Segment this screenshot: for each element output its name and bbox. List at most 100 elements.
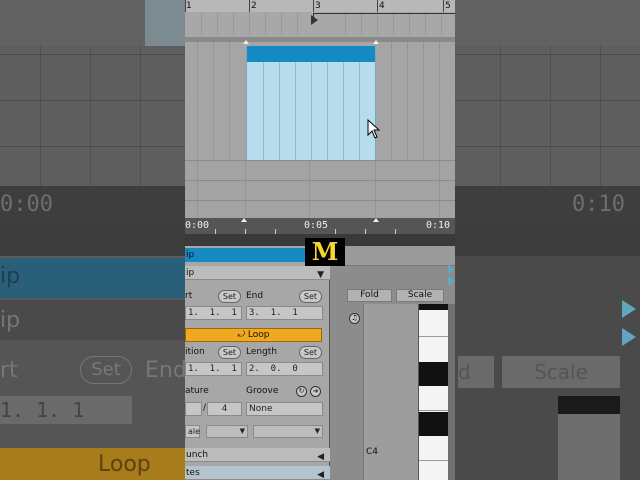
dropdown-caret-icon: ▼ (239, 427, 245, 435)
bg-col-line (600, 46, 601, 186)
loop-toggle-button[interactable]: ⤾ Loop (185, 328, 322, 342)
bg-loop-bar (0, 448, 185, 480)
fold-button[interactable]: Fold (347, 289, 392, 302)
black-key[interactable] (419, 304, 449, 310)
length-label: Length (246, 347, 278, 357)
screen: 0:00 0:10 ip ip rt Set End 1. 1. 1 Loop … (0, 0, 640, 480)
midi-track-lane[interactable] (185, 42, 455, 160)
dropdown-caret-icon: ▼ (314, 427, 320, 435)
collapse-arrow-icon[interactable]: ▼ (317, 268, 324, 282)
zoom-marker-icon (448, 276, 455, 286)
time-ruler[interactable]: 0:00 0:05 0:10 (185, 218, 455, 234)
loop-start-marker-icon (241, 218, 247, 222)
piano-keyboard[interactable] (418, 304, 449, 480)
bg-clip-section (0, 300, 185, 340)
bg-col-line (500, 46, 501, 186)
signature-label: ature (185, 386, 209, 396)
time-label: 0:05 (304, 220, 329, 231)
bg-end-label: End (145, 358, 187, 383)
end-value-field[interactable]: 3. 1. 1 (246, 306, 323, 320)
position-label: ition (185, 347, 205, 357)
signature-slash: / (203, 403, 207, 413)
black-key[interactable] (419, 412, 449, 436)
launch-section-header[interactable]: unch ◀ (185, 448, 330, 462)
bar-number: 2 (251, 1, 257, 11)
bg-col-line (550, 46, 551, 186)
bg-marker-icon (622, 328, 636, 346)
scale-label: ale (188, 427, 201, 436)
position-set-button[interactable]: Set (218, 346, 241, 359)
clip-section-label: ip (186, 268, 195, 278)
clip-end-marker-icon (373, 40, 379, 44)
bg-black-key (558, 396, 620, 414)
bar-ruler[interactable]: 1 2 3 4 5 (185, 0, 455, 12)
bg-fold-button: d (458, 356, 494, 388)
clip-section-header[interactable]: ip ▼ (185, 266, 330, 280)
black-key[interactable] (419, 362, 449, 386)
bg-title-text: ip (0, 264, 21, 289)
bg-col-line (90, 46, 91, 186)
track-lane[interactable] (185, 180, 455, 201)
clip-start-marker-icon (243, 40, 249, 44)
mouse-pointer-icon (367, 119, 381, 139)
bar-number: 1 (186, 1, 192, 11)
bg-scale-button: Scale (502, 356, 620, 388)
groove-hotswap-icon[interactable]: ↻ (296, 386, 307, 397)
bg-col-line (40, 46, 41, 186)
loop-brace[interactable] (313, 13, 455, 23)
bg-time-right: 0:10 (572, 192, 625, 217)
scale-root-dropdown[interactable]: ▼ (206, 425, 248, 438)
signature-numerator-field[interactable] (185, 402, 202, 416)
track-lane[interactable] (185, 200, 455, 219)
loop-region-lane[interactable] (185, 12, 455, 38)
midi-clip-header[interactable] (247, 46, 375, 62)
time-label: 0:00 (185, 220, 210, 231)
groove-label: Groove (246, 386, 279, 396)
bar-number: 3 (315, 1, 321, 11)
loop-icon: ⤾ (237, 330, 246, 340)
scale-highlight-button[interactable]: Scale (396, 289, 444, 302)
loop-end-marker-icon (373, 218, 379, 222)
bg-start-label: rt (0, 358, 18, 383)
notes-label: tes (186, 468, 200, 478)
start-set-button[interactable]: Set (218, 290, 241, 303)
position-value-field[interactable]: 1. 1. 1 (185, 362, 242, 376)
midi-clip[interactable] (246, 46, 376, 160)
midi-note-editor: Fold Scale ♫ C4 (330, 246, 455, 480)
time-label: 0:10 (426, 220, 451, 231)
groove-select[interactable]: None (246, 402, 323, 416)
note-editor-header (330, 246, 455, 266)
zoom-marker-icon (448, 264, 455, 274)
bg-loop-text: Loop (98, 452, 151, 477)
notes-section-header[interactable]: tes ◀ (185, 466, 330, 480)
bg-col-line (140, 46, 141, 186)
launch-label: unch (186, 450, 209, 460)
note-c4-label: C4 (366, 447, 379, 457)
start-value-field[interactable]: 1. 1. 1 (185, 306, 242, 320)
scale-toggle[interactable]: ale (185, 425, 200, 438)
channel-logo: M (305, 238, 345, 266)
bg-time-left: 0:00 (0, 192, 53, 217)
end-label: End (246, 291, 264, 301)
bg-value-box: 1. 1. 1 (0, 396, 132, 424)
clip-name-bar[interactable]: ip (185, 248, 305, 262)
length-set-button[interactable]: Set (299, 346, 322, 359)
length-value-field[interactable]: 2. 0. 0 (246, 362, 323, 376)
start-label: rt (185, 291, 193, 301)
bg-set-button: Set (80, 356, 132, 384)
bar-number: 4 (379, 1, 385, 11)
track-lane[interactable] (185, 160, 455, 181)
loop-start-flag-icon[interactable] (311, 15, 318, 25)
bg-marker-icon (622, 300, 636, 318)
preview-headphones-icon[interactable]: ♫ (349, 313, 360, 324)
bg-clip-title (0, 258, 185, 298)
signature-denominator-field[interactable]: 4 (207, 402, 242, 416)
expand-arrow-icon[interactable]: ◀ (317, 468, 324, 480)
end-set-button[interactable]: Set (299, 290, 322, 303)
scale-name-dropdown[interactable]: ▼ (253, 425, 323, 438)
expand-arrow-icon[interactable]: ◀ (317, 450, 324, 464)
bg-section-text: ip (0, 308, 21, 333)
groove-commit-icon[interactable]: ➜ (310, 386, 321, 397)
loop-label: Loop (247, 330, 270, 340)
note-editor-scrollbar[interactable] (448, 304, 455, 480)
